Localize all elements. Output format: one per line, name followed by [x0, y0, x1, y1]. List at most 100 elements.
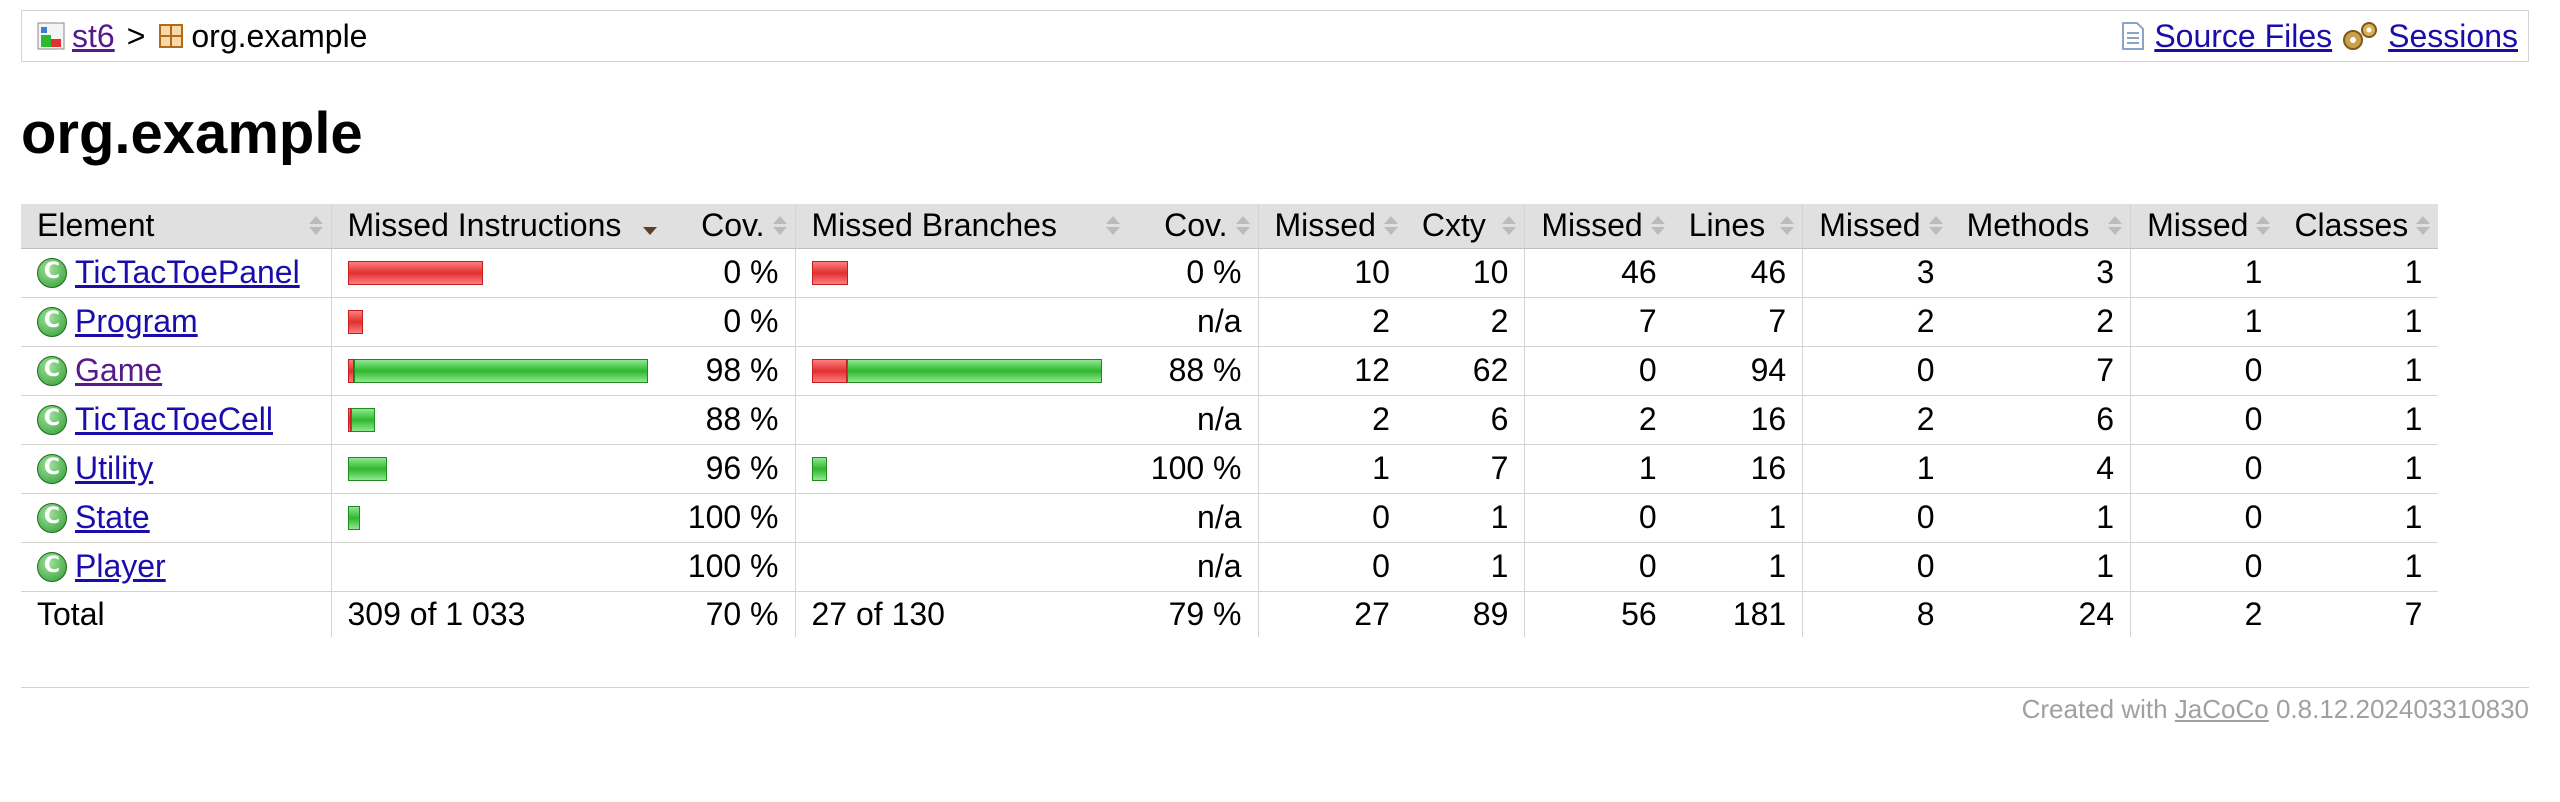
source-files-link[interactable]: Source Files	[2154, 11, 2332, 61]
total-classes: 7	[2278, 590, 2439, 637]
cxty: 62	[1405, 346, 1525, 396]
element: TicTacToePanel	[37, 254, 315, 291]
header-missed-classes[interactable]: Missed	[2130, 204, 2279, 249]
classes: 1	[2278, 444, 2439, 494]
methods: 1	[1950, 493, 2131, 543]
class-link[interactable]: Program	[75, 303, 198, 340]
branches-bar	[811, 456, 1113, 482]
missed-lines: 46	[1524, 248, 1673, 298]
sessions-link[interactable]: Sessions	[2388, 11, 2518, 61]
missed-cxty: 0	[1257, 542, 1406, 592]
element: State	[37, 499, 315, 536]
header-methods[interactable]: Methods	[1950, 204, 2131, 249]
source-file-icon	[2122, 22, 2145, 50]
header-classes-label: Classes	[2294, 207, 2409, 244]
lines: 46	[1672, 248, 1803, 298]
missed-cxty: 1	[1257, 444, 1406, 494]
instructions-coverage: 100 %	[665, 542, 795, 592]
breadcrumb-session-link[interactable]: st6	[72, 11, 115, 61]
header-missed-instructions[interactable]: Missed Instructions	[330, 204, 665, 249]
table-header-row: Element Missed Instructions Cov. Missed …	[21, 204, 2439, 249]
header-missed-instructions-label: Missed Instructions	[347, 207, 622, 244]
sort-icon	[2416, 216, 2431, 236]
missed-bar-segment	[347, 260, 483, 285]
sort-icon	[308, 216, 323, 236]
class-link[interactable]: TicTacToePanel	[75, 254, 300, 291]
branches-coverage: n/a	[1128, 297, 1258, 347]
total-branches: 27 of 130	[794, 590, 1128, 637]
cxty: 1	[1405, 542, 1525, 592]
missed-cxty: 10	[1257, 248, 1406, 298]
missed-classes: 0	[2130, 542, 2279, 592]
missed-methods: 0	[1802, 346, 1951, 396]
instructions-bar	[347, 309, 650, 335]
header-missed-methods-label: Missed	[1819, 207, 1921, 244]
missed-methods: 3	[1802, 248, 1951, 298]
missed-lines: 2	[1524, 395, 1673, 445]
instructions-coverage: 96 %	[665, 444, 795, 494]
class-link[interactable]: Game	[75, 352, 162, 389]
missed-methods: 1	[1802, 444, 1951, 494]
footer-prefix: Created with	[2021, 694, 2168, 724]
header-methods-label: Methods	[1966, 207, 2090, 244]
cxty: 6	[1405, 395, 1525, 445]
breadcrumb-left: st6 > org.example	[36, 11, 367, 61]
header-classes[interactable]: Classes	[2278, 204, 2439, 249]
classes: 1	[2278, 395, 2439, 445]
instructions-coverage: 88 %	[665, 395, 795, 445]
instructions-bar-cell	[330, 444, 665, 494]
missed-classes: 0	[2130, 493, 2279, 543]
element-cell: Player	[21, 542, 331, 592]
sort-icon	[1928, 216, 1943, 236]
instructions-coverage: 98 %	[665, 346, 795, 396]
breadcrumb-separator: >	[126, 18, 146, 54]
methods: 3	[1950, 248, 2131, 298]
missed-methods: 0	[1802, 493, 1951, 543]
lines: 16	[1672, 444, 1803, 494]
instructions-coverage: 100 %	[665, 493, 795, 543]
jacoco-link[interactable]: JaCoCo	[2175, 694, 2269, 724]
breadcrumb-current: org.example	[191, 18, 368, 54]
classes: 1	[2278, 542, 2439, 592]
class-link[interactable]: Player	[75, 548, 166, 585]
header-missed-cxty[interactable]: Missed	[1257, 204, 1406, 249]
class-link[interactable]: State	[75, 499, 150, 536]
header-missed-branches-label: Missed Branches	[811, 207, 1057, 244]
sort-icon	[1383, 216, 1398, 236]
class-link[interactable]: Utility	[75, 450, 153, 487]
header-cxty[interactable]: Cxty	[1405, 204, 1525, 249]
class-icon	[37, 404, 67, 435]
sort-icon	[1650, 216, 1665, 236]
sort-icon	[1502, 216, 1517, 236]
instructions-bar-cell	[330, 346, 665, 396]
instructions-bar	[348, 554, 650, 580]
branches-coverage: 88 %	[1128, 346, 1258, 396]
instructions-bar-cell	[330, 542, 665, 592]
covered-bar-segment	[347, 505, 360, 530]
header-instructions-coverage[interactable]: Cov.	[665, 204, 795, 249]
methods: 1	[1950, 542, 2131, 592]
header-lines[interactable]: Lines	[1672, 204, 1803, 249]
header-missed-cxty-label: Missed	[1274, 207, 1376, 244]
missed-methods: 2	[1802, 395, 1951, 445]
breadcrumb-right: Source Files Sessions	[2120, 11, 2518, 61]
instructions-coverage: 0 %	[665, 297, 795, 347]
instructions-bar-cell	[330, 395, 665, 445]
header-missed-lines[interactable]: Missed	[1524, 204, 1673, 249]
total-methods: 24	[1950, 590, 2131, 637]
total-label: Total	[21, 590, 331, 637]
header-branches-coverage[interactable]: Cov.	[1128, 204, 1258, 249]
header-missed-methods[interactable]: Missed	[1802, 204, 1951, 249]
coverage-table-body: TicTacToePanel0 %0 %101046463311Program0…	[21, 248, 2439, 592]
class-link[interactable]: TicTacToeCell	[75, 401, 273, 438]
header-element-label: Element	[37, 207, 155, 244]
header-missed-branches[interactable]: Missed Branches	[794, 204, 1128, 249]
branches-bar-cell	[794, 542, 1128, 592]
cxty: 7	[1405, 444, 1525, 494]
lines: 1	[1672, 493, 1803, 543]
classes: 1	[2278, 297, 2439, 347]
missed-methods: 0	[1802, 542, 1951, 592]
covered-bar-segment	[350, 407, 375, 432]
lines: 16	[1672, 395, 1803, 445]
header-element[interactable]: Element	[21, 204, 331, 249]
